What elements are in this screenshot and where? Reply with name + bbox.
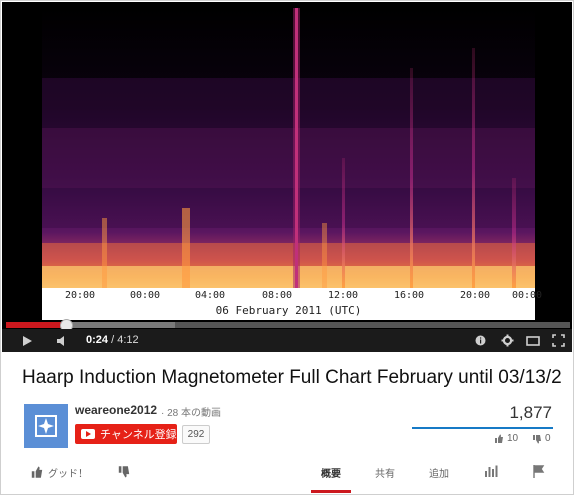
- fullscreen-icon: [551, 334, 565, 347]
- x-tick-label: 04:00: [194, 290, 226, 301]
- thumbs-up-icon: [495, 434, 503, 443]
- x-tick-label: 20:00: [64, 290, 96, 301]
- total-time: 4:12: [117, 334, 139, 346]
- like-ratio-bar: [412, 427, 553, 429]
- like-button[interactable]: グッド！: [30, 465, 88, 480]
- thumbs-up-icon: [31, 466, 43, 478]
- volume-button[interactable]: [52, 329, 74, 352]
- view-count: 1,877: [509, 403, 552, 422]
- fullscreen-button[interactable]: [548, 329, 568, 352]
- x-tick-label: 08:00: [261, 290, 293, 301]
- time-separator: /: [108, 334, 118, 346]
- thumbs-down-icon: [533, 434, 541, 443]
- video-title: Haarp Induction Magnetometer Full Chart …: [22, 367, 562, 388]
- settings-button[interactable]: [497, 329, 517, 352]
- x-tick-label: 00:00: [511, 290, 543, 301]
- volume-icon: [57, 335, 64, 346]
- x-tick-label: 20:00: [459, 290, 491, 301]
- time-display: 0:24 / 4:12: [86, 334, 139, 346]
- active-tab-indicator: [311, 490, 351, 493]
- subscriber-count: 292: [182, 425, 210, 444]
- dislike-count-button[interactable]: 0: [532, 433, 551, 444]
- action-bar: グッド！ 概要 共有 追加: [1, 459, 573, 494]
- spectrogram-x-axis: 20:00 00:00 04:00 08:00 12:00 16:00 20:0…: [42, 288, 542, 320]
- info-icon: [475, 335, 485, 346]
- channel-avatar[interactable]: [24, 404, 68, 448]
- spectrogram-image: [42, 8, 535, 288]
- subscribe-button[interactable]: チャンネル登録: [75, 424, 177, 444]
- x-tick-label: 00:00: [129, 290, 161, 301]
- stats-icon: [485, 465, 498, 477]
- x-axis-title: 06 February 2011 (UTC): [215, 304, 362, 317]
- play-icon: [23, 335, 32, 346]
- dislike-button[interactable]: [117, 465, 131, 478]
- seek-bar[interactable]: [6, 319, 570, 332]
- x-tick-label: 12:00: [327, 290, 359, 301]
- played-progress: [6, 322, 67, 328]
- info-button[interactable]: [471, 329, 489, 352]
- tab-share[interactable]: 共有: [375, 465, 395, 480]
- theater-icon: [526, 335, 540, 346]
- like-count: 10: [507, 433, 519, 444]
- stats-button[interactable]: [484, 465, 498, 477]
- tab-about[interactable]: 概要: [321, 465, 341, 480]
- gear-icon: [501, 334, 513, 347]
- youtube-play-icon: [81, 429, 95, 439]
- current-time: 0:24: [86, 334, 109, 346]
- thumbs-down-icon: [118, 466, 130, 478]
- like-label: グッド！: [48, 469, 88, 480]
- channel-name-link[interactable]: weareone2012: [75, 403, 157, 417]
- video-page: 20:00 00:00 04:00 08:00 12:00 16:00 20:0…: [0, 0, 574, 495]
- player-controls: 0:24 / 4:12: [2, 329, 572, 352]
- theater-mode-button[interactable]: [523, 329, 543, 352]
- tab-add[interactable]: 追加: [429, 465, 449, 480]
- x-tick-label: 16:00: [393, 290, 425, 301]
- subscribe-label: チャンネル登録: [100, 429, 177, 441]
- video-player[interactable]: 20:00 00:00 04:00 08:00 12:00 16:00 20:0…: [2, 2, 572, 352]
- report-button[interactable]: [533, 465, 545, 478]
- flag-icon: [533, 465, 545, 478]
- channel-video-count: · 28 本の動画: [161, 408, 222, 419]
- dislike-count: 0: [545, 433, 551, 444]
- channel-logo-icon: [35, 415, 57, 437]
- play-button[interactable]: [16, 329, 38, 352]
- like-count-button[interactable]: 10: [494, 433, 518, 444]
